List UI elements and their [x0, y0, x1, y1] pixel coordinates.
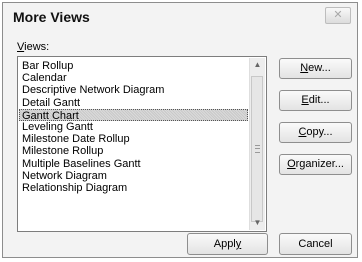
views-label: Views: [17, 41, 49, 53]
new-button[interactable]: New... [279, 58, 352, 79]
organizer-button-label: rganizer... [295, 158, 344, 170]
list-item[interactable]: Network Diagram [20, 170, 248, 182]
edit-button-mnemonic: E [301, 94, 309, 106]
scroll-up-arrow-icon[interactable]: ▲ [250, 58, 265, 72]
list-item[interactable]: Milestone Rollup [20, 145, 248, 157]
copy-button-label: opy... [306, 126, 333, 138]
scroll-down-arrow-icon[interactable]: ▼ [250, 216, 265, 230]
apply-button[interactable]: Apply [187, 233, 268, 255]
list-item[interactable]: Detail Gantt [20, 97, 248, 109]
close-icon: ✕ [333, 9, 343, 21]
list-item[interactable]: Multiple Baselines Gantt [20, 158, 248, 170]
scroll-thumb[interactable] [251, 76, 263, 222]
apply-button-label: Appl [213, 238, 236, 250]
list-item[interactable]: Descriptive Network Diagram [20, 84, 248, 96]
list-item[interactable]: Leveling Gantt [20, 121, 248, 133]
cancel-button[interactable]: Cancel [279, 233, 352, 255]
new-button-label: ew... [308, 62, 331, 74]
edit-button-label: dit... [308, 94, 330, 106]
close-button[interactable]: ✕ [325, 7, 351, 24]
more-views-dialog: More Views ✕ Views: Bar Rollup Calendar De… [2, 2, 358, 258]
copy-button[interactable]: Copy... [279, 122, 352, 143]
apply-button-mnemonic: y [235, 238, 242, 250]
cancel-button-label: Cancel [298, 238, 333, 250]
views-listbox[interactable]: Bar Rollup Calendar Descriptive Network Di… [17, 56, 267, 232]
new-button-mnemonic: N [300, 62, 309, 74]
list-item[interactable]: Calendar [20, 72, 248, 84]
views-label-text: iews: [24, 41, 50, 53]
views-list: Bar Rollup Calendar Descriptive Network Di… [19, 60, 248, 194]
listbox-scrollbar[interactable]: ▲ ▼ [249, 58, 265, 230]
organizer-button-mnemonic: O [287, 158, 296, 170]
list-item[interactable]: Relationship Diagram [20, 182, 248, 194]
organizer-button[interactable]: Organizer... [279, 154, 352, 175]
edit-button[interactable]: Edit... [279, 90, 352, 111]
scroll-grip-icon [255, 145, 260, 153]
list-item[interactable]: Bar Rollup [20, 60, 248, 72]
list-item[interactable]: Gantt Chart [19, 108, 248, 122]
dialog-title: More Views [13, 9, 90, 25]
list-item[interactable]: Milestone Date Rollup [20, 133, 248, 145]
